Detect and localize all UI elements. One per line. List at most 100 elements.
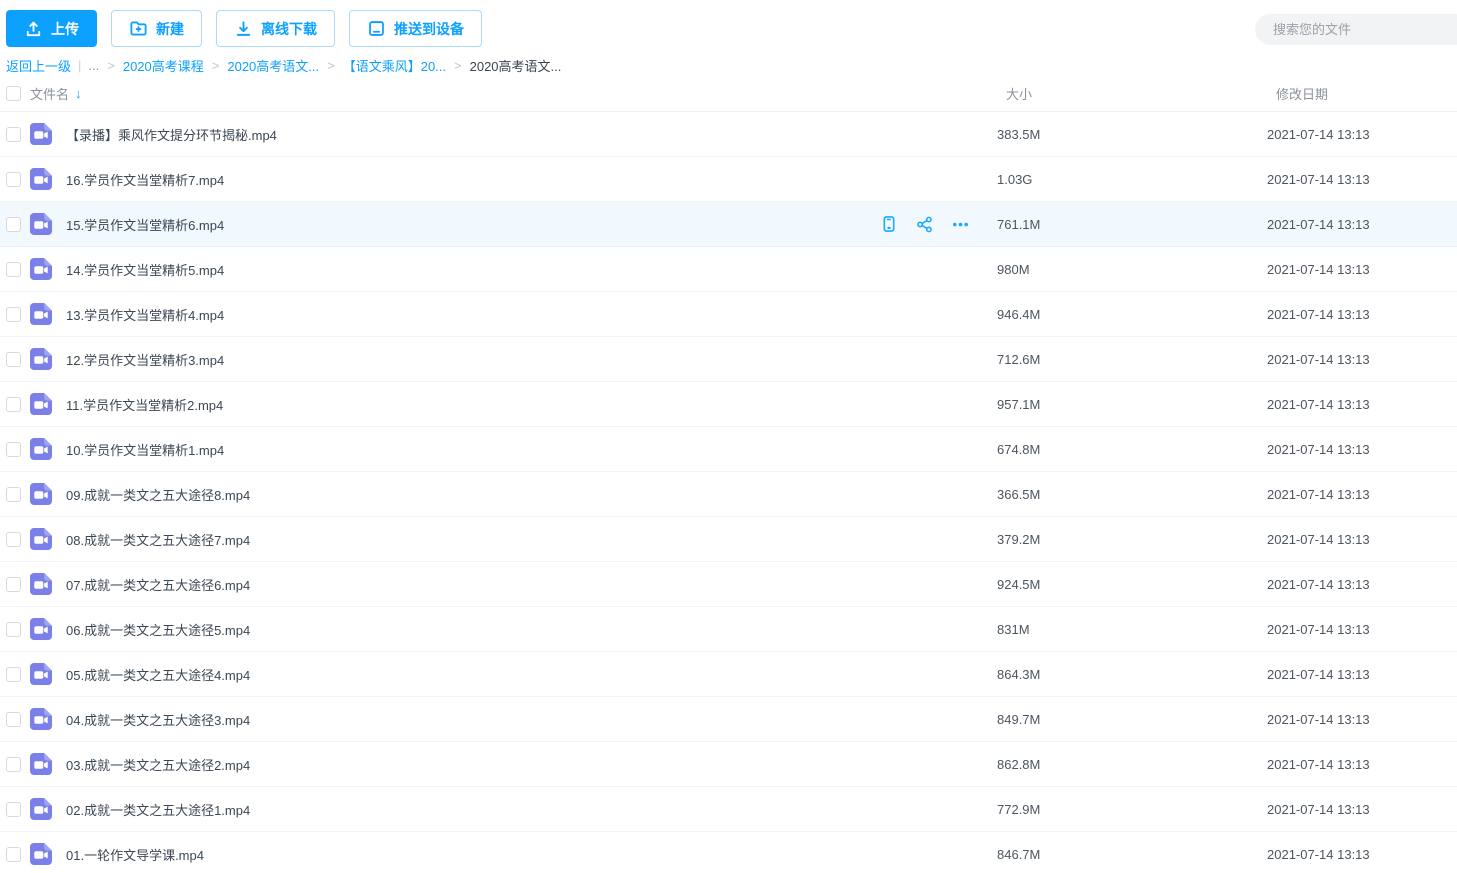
video-file-icon	[30, 123, 52, 145]
row-checkbox[interactable]	[6, 172, 21, 187]
table-row[interactable]: 10.学员作文当堂精析1.mp4	[0, 427, 1457, 472]
video-file-icon	[30, 753, 52, 775]
row-checkbox[interactable]	[6, 217, 21, 232]
row-checkbox[interactable]	[6, 802, 21, 817]
share-icon[interactable]	[915, 215, 934, 234]
row-checkbox[interactable]	[6, 667, 21, 682]
table-row[interactable]: 01.一轮作文导学课.mp4	[0, 832, 1457, 873]
row-checkbox[interactable]	[6, 757, 21, 772]
file-name[interactable]: 03.成就一类文之五大途径2.mp4	[66, 755, 859, 774]
table-row[interactable]: 16.学员作文当堂精析7.mp4	[0, 157, 1457, 202]
row-checkbox[interactable]	[6, 577, 21, 592]
file-name[interactable]: 08.成就一类文之五大途径7.mp4	[66, 530, 859, 549]
row-checkbox[interactable]	[6, 262, 21, 277]
table-row[interactable]: 13.学员作文当堂精析4.mp4	[0, 292, 1457, 337]
download-icon	[234, 19, 253, 38]
file-name[interactable]: 06.成就一类文之五大途径5.mp4	[66, 620, 859, 639]
video-file-icon	[30, 348, 52, 370]
table-row[interactable]: 14.学员作文当堂精析5.mp4	[0, 247, 1457, 292]
table-row[interactable]: 15.学员作文当堂精析6.mp4	[0, 202, 1457, 247]
file-name[interactable]: 07.成就一类文之五大途径6.mp4	[66, 575, 859, 594]
file-name[interactable]: 13.学员作文当堂精析4.mp4	[66, 305, 859, 324]
file-size: 712.6M	[997, 352, 1267, 367]
toolbar: 上传 新建 离线下载 推	[0, 0, 1457, 52]
table-row[interactable]: 03.成就一类文之五大途径2.mp4	[0, 742, 1457, 787]
device-icon	[367, 19, 386, 38]
file-modified-date: 2021-07-14 13:13	[1267, 172, 1457, 187]
row-checkbox[interactable]	[6, 532, 21, 547]
push-to-device-button-label: 推送到设备	[394, 19, 464, 39]
file-size: 772.9M	[997, 802, 1267, 817]
file-modified-date: 2021-07-14 13:13	[1267, 487, 1457, 502]
file-name[interactable]: 04.成就一类文之五大途径3.mp4	[66, 710, 859, 729]
file-name[interactable]: 02.成就一类文之五大途径1.mp4	[66, 800, 859, 819]
breadcrumb-current: 2020高考语文...	[470, 56, 562, 75]
breadcrumb-pipe: |	[78, 58, 81, 73]
row-checkbox[interactable]	[6, 442, 21, 457]
row-checkbox[interactable]	[6, 397, 21, 412]
breadcrumb: 返回上一级 | ... > 2020高考课程 > 2020高考语文... > 【…	[0, 52, 1457, 74]
row-checkbox[interactable]	[6, 622, 21, 637]
row-checkbox[interactable]	[6, 307, 21, 322]
video-file-icon	[30, 213, 52, 235]
filename-column-header[interactable]: 文件名 ↓	[30, 84, 997, 103]
file-size: 946.4M	[997, 307, 1267, 322]
push-to-device-button[interactable]: 推送到设备	[349, 10, 482, 47]
file-name[interactable]: 12.学员作文当堂精析3.mp4	[66, 350, 859, 369]
table-row[interactable]: 08.成就一类文之五大途径7.mp4	[0, 517, 1457, 562]
row-checkbox[interactable]	[6, 352, 21, 367]
table-row[interactable]: 04.成就一类文之五大途径3.mp4	[0, 697, 1457, 742]
size-column-header: 大小	[997, 84, 1267, 103]
file-name[interactable]: 【录播】乘风作文提分环节揭秘.mp4	[66, 125, 859, 144]
table-row[interactable]: 【录播】乘风作文提分环节揭秘.mp4	[0, 112, 1457, 157]
upload-button[interactable]: 上传	[6, 10, 97, 47]
breadcrumb-link-1[interactable]: 2020高考课程	[123, 56, 204, 75]
video-file-icon	[30, 303, 52, 325]
file-name[interactable]: 05.成就一类文之五大途径4.mp4	[66, 665, 859, 684]
breadcrumb-back-link[interactable]: 返回上一级	[6, 56, 71, 75]
table-row[interactable]: 07.成就一类文之五大途径6.mp4	[0, 562, 1457, 607]
file-name[interactable]: 09.成就一类文之五大途径8.mp4	[66, 485, 859, 504]
more-icon[interactable]	[951, 215, 970, 234]
table-row[interactable]: 05.成就一类文之五大途径4.mp4	[0, 652, 1457, 697]
file-name[interactable]: 16.学员作文当堂精析7.mp4	[66, 170, 859, 189]
file-modified-date: 2021-07-14 13:13	[1267, 712, 1457, 727]
file-name[interactable]: 14.学员作文当堂精析5.mp4	[66, 260, 859, 279]
row-checkbox[interactable]	[6, 712, 21, 727]
file-size: 761.1M	[997, 217, 1267, 232]
breadcrumb-collapsed[interactable]: ...	[88, 58, 99, 73]
breadcrumb-separator: >	[454, 58, 462, 73]
table-row[interactable]: 06.成就一类文之五大途径5.mp4	[0, 607, 1457, 652]
breadcrumb-separator: >	[212, 58, 220, 73]
breadcrumb-link-2[interactable]: 2020高考语文...	[227, 56, 319, 75]
play-on-device-icon[interactable]	[880, 214, 898, 234]
video-file-icon	[30, 618, 52, 640]
list-header: 文件名 ↓ 大小 修改日期	[0, 76, 1457, 112]
breadcrumb-link-3[interactable]: 【语文乘风】20...	[343, 56, 446, 75]
table-row[interactable]: 02.成就一类文之五大途径1.mp4	[0, 787, 1457, 832]
file-modified-date: 2021-07-14 13:13	[1267, 307, 1457, 322]
file-modified-date: 2021-07-14 13:13	[1267, 397, 1457, 412]
row-checkbox[interactable]	[6, 847, 21, 862]
file-name[interactable]: 11.学员作文当堂精析2.mp4	[66, 395, 859, 414]
file-name[interactable]: 15.学员作文当堂精析6.mp4	[66, 215, 859, 234]
table-row[interactable]: 11.学员作文当堂精析2.mp4	[0, 382, 1457, 427]
row-checkbox[interactable]	[6, 127, 21, 142]
video-file-icon	[30, 528, 52, 550]
file-size: 1.03G	[997, 172, 1267, 187]
select-all-checkbox[interactable]	[6, 86, 21, 101]
table-row[interactable]: 09.成就一类文之五大途径8.mp4	[0, 472, 1457, 517]
file-modified-date: 2021-07-14 13:13	[1267, 757, 1457, 772]
row-checkbox[interactable]	[6, 487, 21, 502]
table-row[interactable]: 12.学员作文当堂精析3.mp4	[0, 337, 1457, 382]
video-file-icon	[30, 168, 52, 190]
sort-descending-icon: ↓	[75, 86, 82, 101]
file-modified-date: 2021-07-14 13:13	[1267, 577, 1457, 592]
file-modified-date: 2021-07-14 13:13	[1267, 442, 1457, 457]
upload-button-label: 上传	[51, 19, 79, 39]
new-button[interactable]: 新建	[111, 10, 202, 47]
search-input[interactable]	[1255, 14, 1457, 45]
offline-download-button[interactable]: 离线下载	[216, 10, 335, 47]
file-name[interactable]: 10.学员作文当堂精析1.mp4	[66, 440, 859, 459]
file-name[interactable]: 01.一轮作文导学课.mp4	[66, 845, 859, 864]
